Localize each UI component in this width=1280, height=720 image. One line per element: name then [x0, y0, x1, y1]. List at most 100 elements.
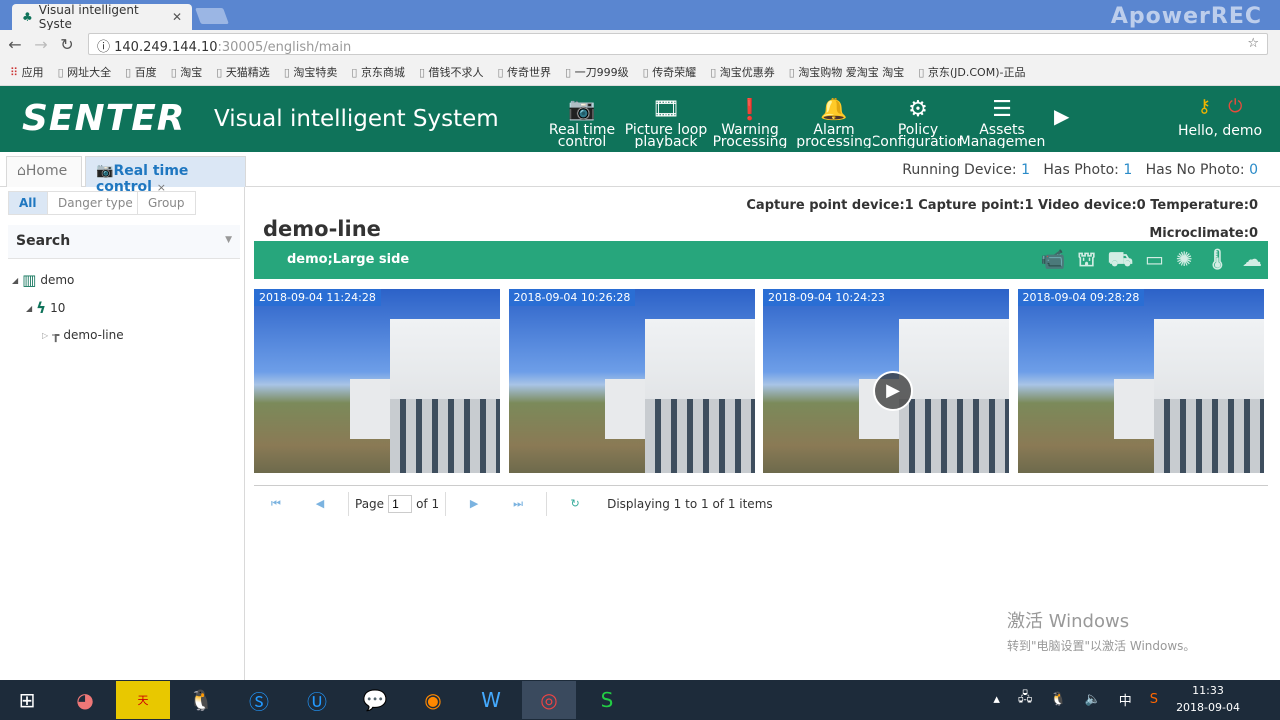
- tree-node-10[interactable]: ◢ ϟ 10: [26, 299, 65, 317]
- sogou-icon[interactable]: S: [1150, 692, 1158, 707]
- word-icon[interactable]: W: [464, 681, 518, 719]
- wechat-icon[interactable]: 💬: [348, 681, 402, 719]
- nav-menu-item[interactable]: 🔔 Alarm processing: [789, 98, 879, 148]
- system-tray: ▴ 🖧 🐧 🔈 中 S 11:33 2018-09-04: [993, 682, 1240, 716]
- bookmark-item[interactable]: 京东商城: [351, 64, 405, 80]
- bar-label: demo;Large side: [287, 252, 410, 267]
- forward-icon[interactable]: →: [30, 35, 52, 54]
- cloud-icon[interactable]: ☁: [1242, 247, 1262, 274]
- device-stats: Running Device: 1 Has Photo: 1 Has No Ph…: [902, 162, 1258, 178]
- bookmark-item[interactable]: 淘宝特卖: [284, 64, 337, 80]
- qq-tray-icon[interactable]: 🐧: [1050, 692, 1066, 707]
- clock[interactable]: 11:33 2018-09-04: [1176, 682, 1240, 716]
- collapsed-icon[interactable]: ▷: [42, 331, 48, 340]
- start-button-icon[interactable]: ⊞: [0, 681, 54, 719]
- snapshot-thumbnail[interactable]: 2018-09-04 09:28:28: [1017, 289, 1264, 473]
- page-input[interactable]: [388, 494, 413, 513]
- search-dropdown[interactable]: Search ▼: [8, 225, 240, 259]
- thermometer-icon[interactable]: 🌡: [1205, 247, 1230, 274]
- sidebar-tab-group[interactable]: Group: [137, 191, 196, 215]
- refresh-icon[interactable]: ↻: [553, 497, 597, 510]
- url-input[interactable]: ⓘ 140.249.144.10:30005/english/main ☆: [88, 33, 1268, 55]
- page-label: Page: [355, 496, 385, 511]
- menu-icon: 🎞: [652, 98, 680, 122]
- bookmark-item[interactable]: 淘宝购物 爱淘宝 淘宝: [789, 64, 904, 80]
- sidebar-tab-danger-type[interactable]: Danger type: [47, 191, 144, 215]
- ime-indicator[interactable]: 中: [1119, 690, 1132, 709]
- taskbar: ⊞ ◕ 天 🐧 Ⓢ Ⓤ 💬 ◉ W ◎ S ▴ 🖧 🐧 🔈 中 S 11:33 2018-0…: [0, 680, 1280, 720]
- key-icon[interactable]: ⚷: [1198, 96, 1211, 117]
- reload-icon[interactable]: ↻: [56, 35, 78, 54]
- tray-up-icon[interactable]: ▴: [993, 692, 1000, 707]
- chrome-icon[interactable]: ◎: [522, 681, 576, 719]
- volume-icon[interactable]: 🔈: [1085, 692, 1101, 707]
- menu-label-2: Managemen: [958, 134, 1046, 148]
- menu-label-2: Processing: [712, 134, 788, 148]
- bullet-camera-icon[interactable]: ▭: [1145, 247, 1164, 274]
- bookmark-item[interactable]: 网址大全: [58, 64, 111, 80]
- nav-menu-item[interactable]: ❗ Warning Processing: [705, 98, 795, 148]
- pole-icon: ┲: [52, 328, 60, 342]
- line-bar: demo;Large side 📹 ⛫ ⛟ ▭ ✺ 🌡 ☁: [254, 241, 1268, 279]
- bookmark-item[interactable]: 百度: [125, 64, 157, 80]
- app-icon-u[interactable]: Ⓤ: [290, 681, 344, 719]
- tab-home[interactable]: ⌂Home: [6, 156, 82, 187]
- snapshot-timestamp: 2018-09-04 11:24:28: [254, 289, 381, 306]
- tab-title: Visual intelligent Syste: [38, 3, 139, 31]
- bookmark-item[interactable]: 淘宝: [171, 64, 202, 80]
- page-total: of 1: [416, 496, 440, 511]
- close-tab-icon[interactable]: ✕: [172, 10, 182, 24]
- snapshot-thumbnail[interactable]: 2018-09-04 10:24:23 ▶: [763, 289, 1009, 473]
- bookmark-item[interactable]: 一刀999级: [565, 64, 629, 80]
- last-page-icon[interactable]: ⏭: [496, 497, 540, 511]
- building-icon: ▥: [22, 271, 37, 289]
- camera-icon[interactable]: 📹: [1040, 247, 1065, 274]
- bookmark-item[interactable]: 天猫精选: [216, 64, 270, 80]
- back-icon[interactable]: ←: [4, 35, 26, 54]
- dome-camera-icon[interactable]: ⛫: [1077, 247, 1095, 274]
- sidebar-tab-all[interactable]: All: [8, 191, 48, 215]
- prev-page-icon[interactable]: ◀: [298, 497, 342, 510]
- nav-menu-item[interactable]: 🎞 Picture loop playback: [621, 98, 711, 148]
- bookmark-item[interactable]: 传奇荣耀: [643, 64, 696, 80]
- tree-node-demo[interactable]: ◢ ▥ demo: [12, 271, 74, 289]
- snapshot-thumbnail[interactable]: 2018-09-04 11:24:28: [254, 289, 500, 473]
- bookmark-item[interactable]: 传奇世界: [498, 64, 551, 80]
- nav-menu-item[interactable]: 📷 Real time control: [537, 98, 627, 148]
- play-icon[interactable]: ▶: [873, 371, 913, 411]
- bird-icon[interactable]: ⛟: [1108, 247, 1133, 274]
- qq-icon[interactable]: 🐧: [174, 681, 228, 719]
- first-page-icon[interactable]: ⏮: [254, 497, 298, 511]
- expanded-icon[interactable]: ◢: [26, 304, 32, 313]
- tab-real-time-control[interactable]: 📷Real time control ×: [85, 156, 246, 195]
- new-tab-button[interactable]: [195, 8, 229, 24]
- browser-tab[interactable]: ♣ Visual intelligent Syste ✕: [12, 3, 192, 31]
- alarm-light-icon[interactable]: ✺: [1176, 247, 1193, 274]
- tree-node-demo-line[interactable]: ▷ ┲ demo-line: [42, 328, 124, 342]
- bookmark-item[interactable]: 应用: [10, 64, 44, 80]
- menu-icon: ☰: [992, 98, 1012, 122]
- tree-label: 10: [50, 301, 66, 315]
- menu-next-arrow-icon[interactable]: ▶: [1054, 104, 1069, 128]
- expanded-icon[interactable]: ◢: [12, 276, 18, 285]
- power-icon[interactable]: ⏻: [1228, 96, 1242, 117]
- app-icon-s[interactable]: S: [580, 681, 634, 719]
- bookmark-item[interactable]: 借钱不求人: [419, 64, 484, 80]
- favicon-icon: ♣: [22, 10, 33, 24]
- page-tabs: ⌂Home 📷Real time control × Running Devic…: [0, 152, 1280, 195]
- nophoto-count: 0: [1249, 162, 1258, 178]
- skype-icon[interactable]: Ⓢ: [232, 681, 286, 719]
- app-icon-color[interactable]: ◉: [406, 681, 460, 719]
- bookmark-item[interactable]: 淘宝优惠券: [710, 64, 775, 80]
- star-icon[interactable]: ☆: [1247, 36, 1259, 51]
- next-page-icon[interactable]: ▶: [452, 497, 496, 510]
- menu-icon: ❗: [736, 98, 764, 122]
- app-icon-1[interactable]: ◕: [58, 681, 112, 719]
- bookmark-item[interactable]: 京东(JD.COM)-正品: [918, 64, 1026, 80]
- snapshot-thumbnail[interactable]: 2018-09-04 10:26:28: [508, 289, 755, 473]
- nav-menu-item[interactable]: ☰ Assets Managemen: [957, 98, 1047, 148]
- nav-menu-item[interactable]: ⚙ Policy Configuration: [873, 98, 963, 148]
- network-icon[interactable]: 🖧: [1018, 688, 1033, 710]
- photo-count: 1: [1123, 162, 1133, 178]
- app-icon-2[interactable]: 天: [116, 681, 170, 719]
